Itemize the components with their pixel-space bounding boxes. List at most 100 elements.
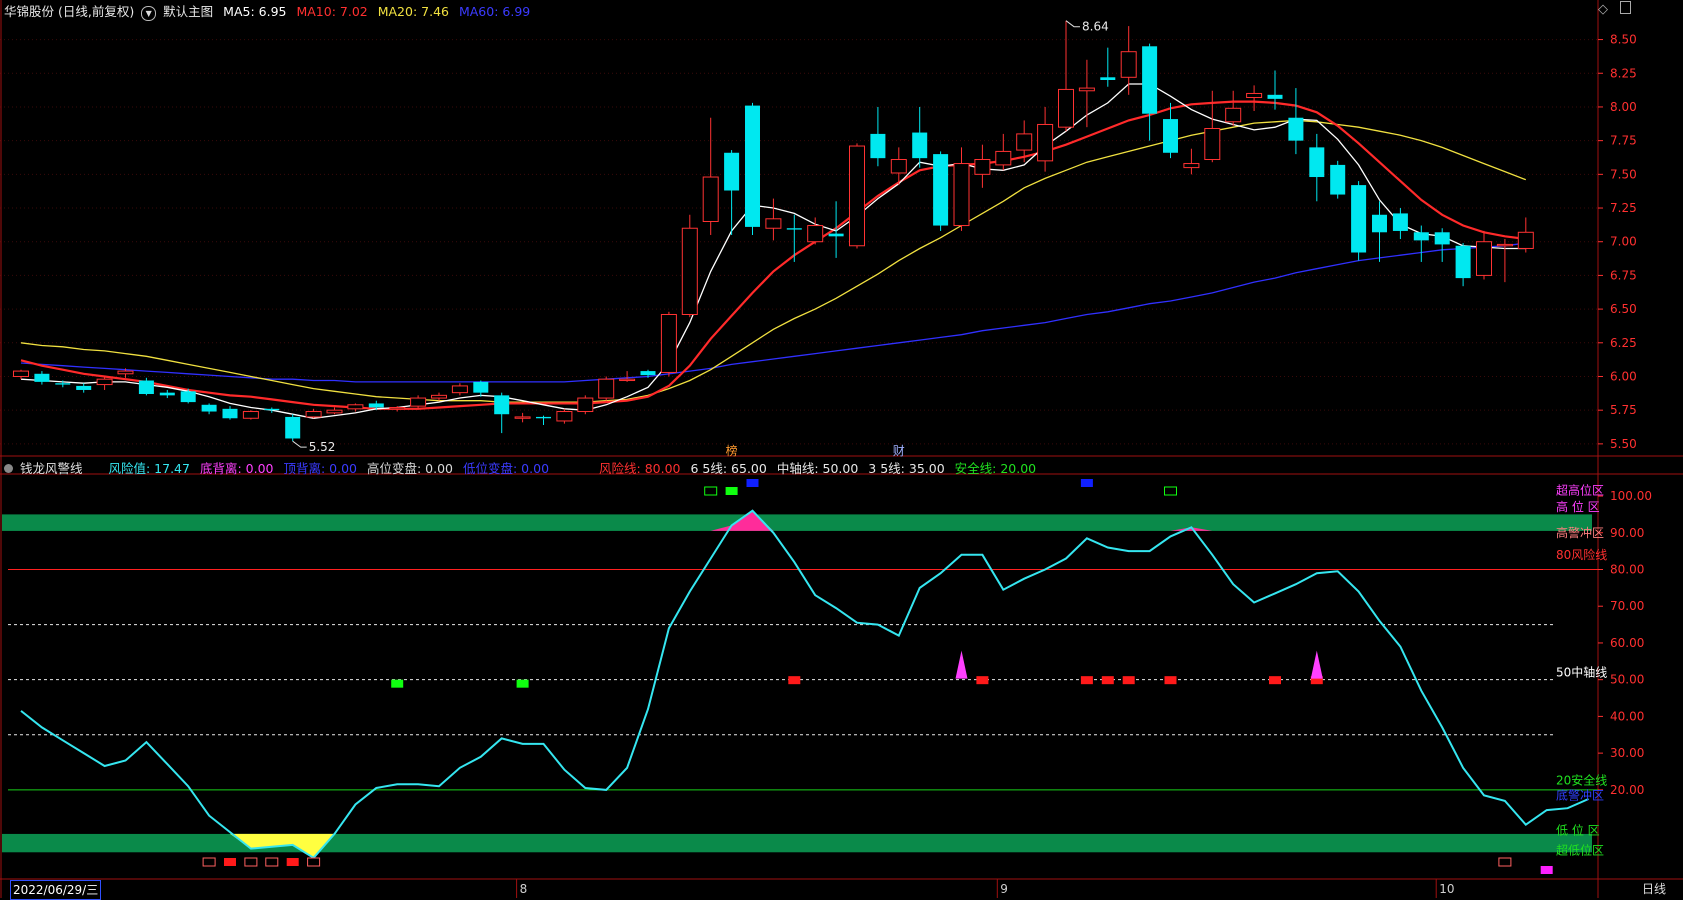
zone-label: 80风险线 — [1556, 547, 1607, 562]
candle-body — [1330, 164, 1346, 195]
indicator-tick-label: 60.00 — [1610, 636, 1644, 650]
candle — [1372, 201, 1387, 262]
ma10-value: MA10: 7.02 — [296, 4, 368, 19]
chevron-down-icon[interactable]: ▼ — [141, 6, 157, 21]
candle-body — [745, 105, 760, 227]
stock-chart-canvas: 8.50 8.25 8.00 7.75 7.50 7.25 7.00 6.75 6.50 6.25… — [0, 0, 1683, 898]
candle — [1058, 20, 1074, 132]
candle — [96, 376, 113, 390]
candle — [1434, 228, 1450, 262]
candle — [933, 151, 949, 231]
price-tick-label: 8.00 — [1610, 100, 1637, 114]
bottom-red-square — [286, 858, 299, 866]
candle-body — [1288, 117, 1304, 141]
red-signal-square — [1269, 676, 1281, 685]
candle-body — [870, 133, 886, 159]
zone-label: 50中轴线 — [1556, 664, 1607, 679]
price-tick-label: 8.25 — [1610, 66, 1637, 80]
month-label: 10 — [1439, 882, 1454, 896]
candle — [1309, 133, 1325, 202]
candle — [974, 144, 991, 188]
red-signal-square — [976, 676, 989, 685]
candle-body — [1517, 231, 1534, 249]
diamond-icon[interactable]: ◇ — [1598, 2, 1608, 17]
top-green-outline-square — [1164, 486, 1177, 496]
candle-body — [1413, 232, 1429, 241]
bottom-red-outline-square — [202, 857, 216, 867]
candle-body — [451, 385, 468, 394]
candle-body — [933, 154, 949, 226]
bottom-red-outline-square — [1498, 857, 1512, 867]
red-signal-square — [788, 676, 801, 685]
candle — [577, 395, 594, 415]
candle — [1037, 106, 1054, 172]
candle-body — [138, 380, 154, 395]
price-tick-label: 8.50 — [1610, 33, 1637, 47]
candle — [1351, 181, 1367, 261]
candle — [765, 198, 782, 241]
price-tick-label: 6.75 — [1610, 268, 1637, 282]
stock-title[interactable]: 华锦股份 (日线,前复权) — [4, 4, 134, 19]
candle-body — [201, 404, 217, 412]
price-tick-label: 6.25 — [1610, 336, 1637, 350]
candle-body — [702, 176, 719, 223]
indicator-fills — [230, 510, 1213, 858]
zone-band — [2, 514, 1592, 531]
candle-body — [55, 383, 71, 385]
candle — [1163, 102, 1178, 159]
green-signal-square — [516, 679, 529, 688]
candle — [1392, 208, 1408, 240]
candle — [1330, 160, 1346, 199]
template-label[interactable]: 默认主图 — [163, 4, 213, 19]
settings-dot-icon[interactable] — [4, 464, 13, 473]
period-label[interactable]: 日线 — [1642, 880, 1666, 898]
candle — [536, 415, 551, 426]
candle-body — [660, 313, 677, 373]
candle-body — [1100, 77, 1116, 80]
indicator-name[interactable]: 钱龙风警线 — [20, 461, 83, 476]
candlesticks[interactable] — [13, 20, 1534, 442]
indicator-reference-lines — [8, 568, 1598, 791]
zone-label: 高 位 区 — [1556, 499, 1600, 514]
candle-body — [34, 373, 50, 382]
risk-line-value: 风险线: 80.00 — [599, 461, 681, 476]
price-tick-label: 7.75 — [1610, 134, 1637, 148]
indicator-signals — [202, 479, 1553, 874]
candle-body — [242, 411, 259, 419]
candle — [953, 147, 970, 231]
candle — [1142, 43, 1158, 141]
candle — [159, 389, 175, 399]
ma20-value: MA20: 7.46 — [377, 4, 449, 19]
candle — [681, 214, 698, 318]
indicator-tick-label: 90.00 — [1610, 526, 1644, 540]
month-label: 8 — [520, 882, 528, 896]
candle-body — [368, 403, 384, 408]
zone-label: 低 位 区 — [1556, 822, 1600, 837]
candle-body — [1183, 163, 1200, 169]
zone-label: 20安全线 — [1556, 773, 1607, 788]
line65-value: 6 5线: 65.00 — [690, 461, 767, 476]
top-green-square — [725, 487, 738, 495]
indicator-tick-label: 50.00 — [1610, 673, 1644, 687]
maximize-icon[interactable] — [1620, 1, 1632, 14]
candle — [201, 403, 217, 415]
risk-value: 风险值: 17.47 — [108, 461, 190, 476]
candle — [13, 369, 29, 380]
indicator-tick-label: 70.00 — [1610, 599, 1644, 613]
zone-label: 高警冲区 — [1556, 525, 1604, 540]
bottom-red-square — [224, 858, 236, 866]
price-tick-label: 7.00 — [1610, 235, 1637, 249]
pink-signal-triangle — [1310, 650, 1323, 679]
candle-body — [1392, 213, 1408, 231]
candle-body — [953, 163, 970, 227]
candle-body — [556, 411, 573, 422]
candle — [598, 376, 615, 401]
top-green-outline-square — [704, 486, 718, 496]
candle-body — [1163, 119, 1178, 153]
candle-body — [1351, 185, 1367, 253]
main-header: 华锦股份 (日线,前复权) ▼ 默认主图 MA5: 6.95 MA10: 7.0… — [4, 1, 530, 21]
candle — [431, 392, 447, 401]
candle-body — [1496, 243, 1513, 247]
candle — [285, 414, 301, 442]
risk-curve[interactable] — [20, 509, 1589, 860]
